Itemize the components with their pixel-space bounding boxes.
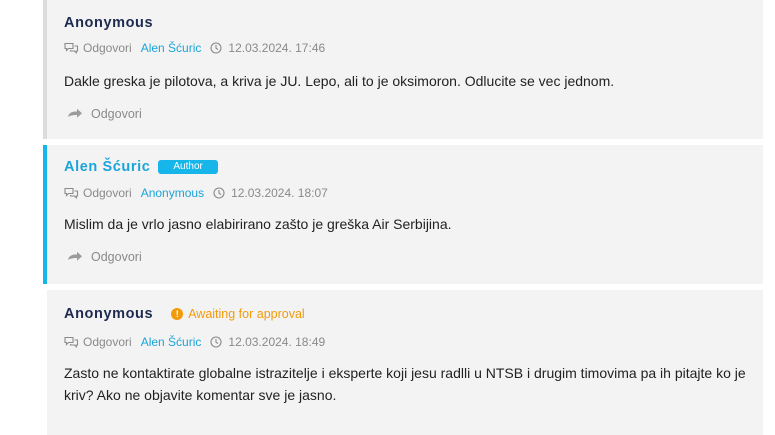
speech-bubbles-icon [64, 42, 79, 54]
reply-button-label: Odgovori [91, 250, 142, 264]
meta-reply-link[interactable]: Odgovori [83, 335, 132, 349]
meta-reply-link[interactable]: Odgovori [83, 186, 132, 200]
comment-meta: Odgovori Alen Šćuric 12.03.2024. 17:46 [64, 41, 325, 55]
comment-meta: Odgovori Anonymous 12.03.2024. 18:07 [64, 186, 328, 200]
comment-datetime: 12.03.2024. 17:46 [228, 41, 326, 55]
exclamation-circle-icon: ! [171, 308, 184, 320]
reply-button-label: Odgovori [91, 107, 142, 121]
comment-item: Anonymous ! Awaiting for approval Odgovo… [43, 290, 763, 435]
comment-datetime: 12.03.2024. 18:07 [231, 186, 328, 200]
approval-status: ! Awaiting for approval [171, 307, 305, 321]
comment-header: Alen Šćuric Author [64, 159, 218, 175]
clock-icon [213, 187, 225, 199]
comment-item: Alen Šćuric Author Odgovori Anonymous 12… [43, 145, 763, 284]
reply-to-link[interactable]: Anonymous [141, 186, 204, 200]
comment-text: Dakle greska je pilotova, a kriva je JU.… [64, 73, 615, 89]
comment-header: Anonymous [64, 15, 153, 31]
comment-datetime: 12.03.2024. 18:49 [228, 335, 326, 349]
comment-author: Anonymous [64, 15, 154, 31]
comment-text: Zasto ne kontaktirate globalne istrazite… [64, 365, 746, 403]
reply-to-link[interactable]: Alen Šćuric [141, 41, 202, 55]
comment-header: Anonymous ! Awaiting for approval [64, 306, 305, 322]
comment-author: Anonymous [64, 306, 154, 322]
comment-item: Anonymous Odgovori Alen Šćuric 12.03.202… [43, 0, 763, 139]
comment-author: Alen Šćuric [64, 159, 151, 175]
reply-button[interactable]: Odgovori [67, 250, 142, 264]
meta-reply-link[interactable]: Odgovori [83, 41, 132, 55]
clock-icon [210, 42, 222, 54]
author-badge: Author [158, 160, 218, 174]
speech-bubbles-icon [64, 336, 79, 348]
reply-arrow-icon [67, 108, 91, 120]
reply-to-link[interactable]: Alen Šćuric [141, 335, 202, 349]
speech-bubbles-icon [64, 187, 79, 199]
reply-arrow-icon [67, 251, 91, 263]
comment-meta: Odgovori Alen Šćuric 12.03.2024. 18:49 [64, 335, 325, 349]
comment-text: Mislim da je vrlo jasno elabirirano zašt… [64, 216, 452, 232]
clock-icon [210, 336, 222, 348]
approval-status-label: Awaiting for approval [188, 307, 305, 321]
reply-button[interactable]: Odgovori [67, 107, 142, 121]
